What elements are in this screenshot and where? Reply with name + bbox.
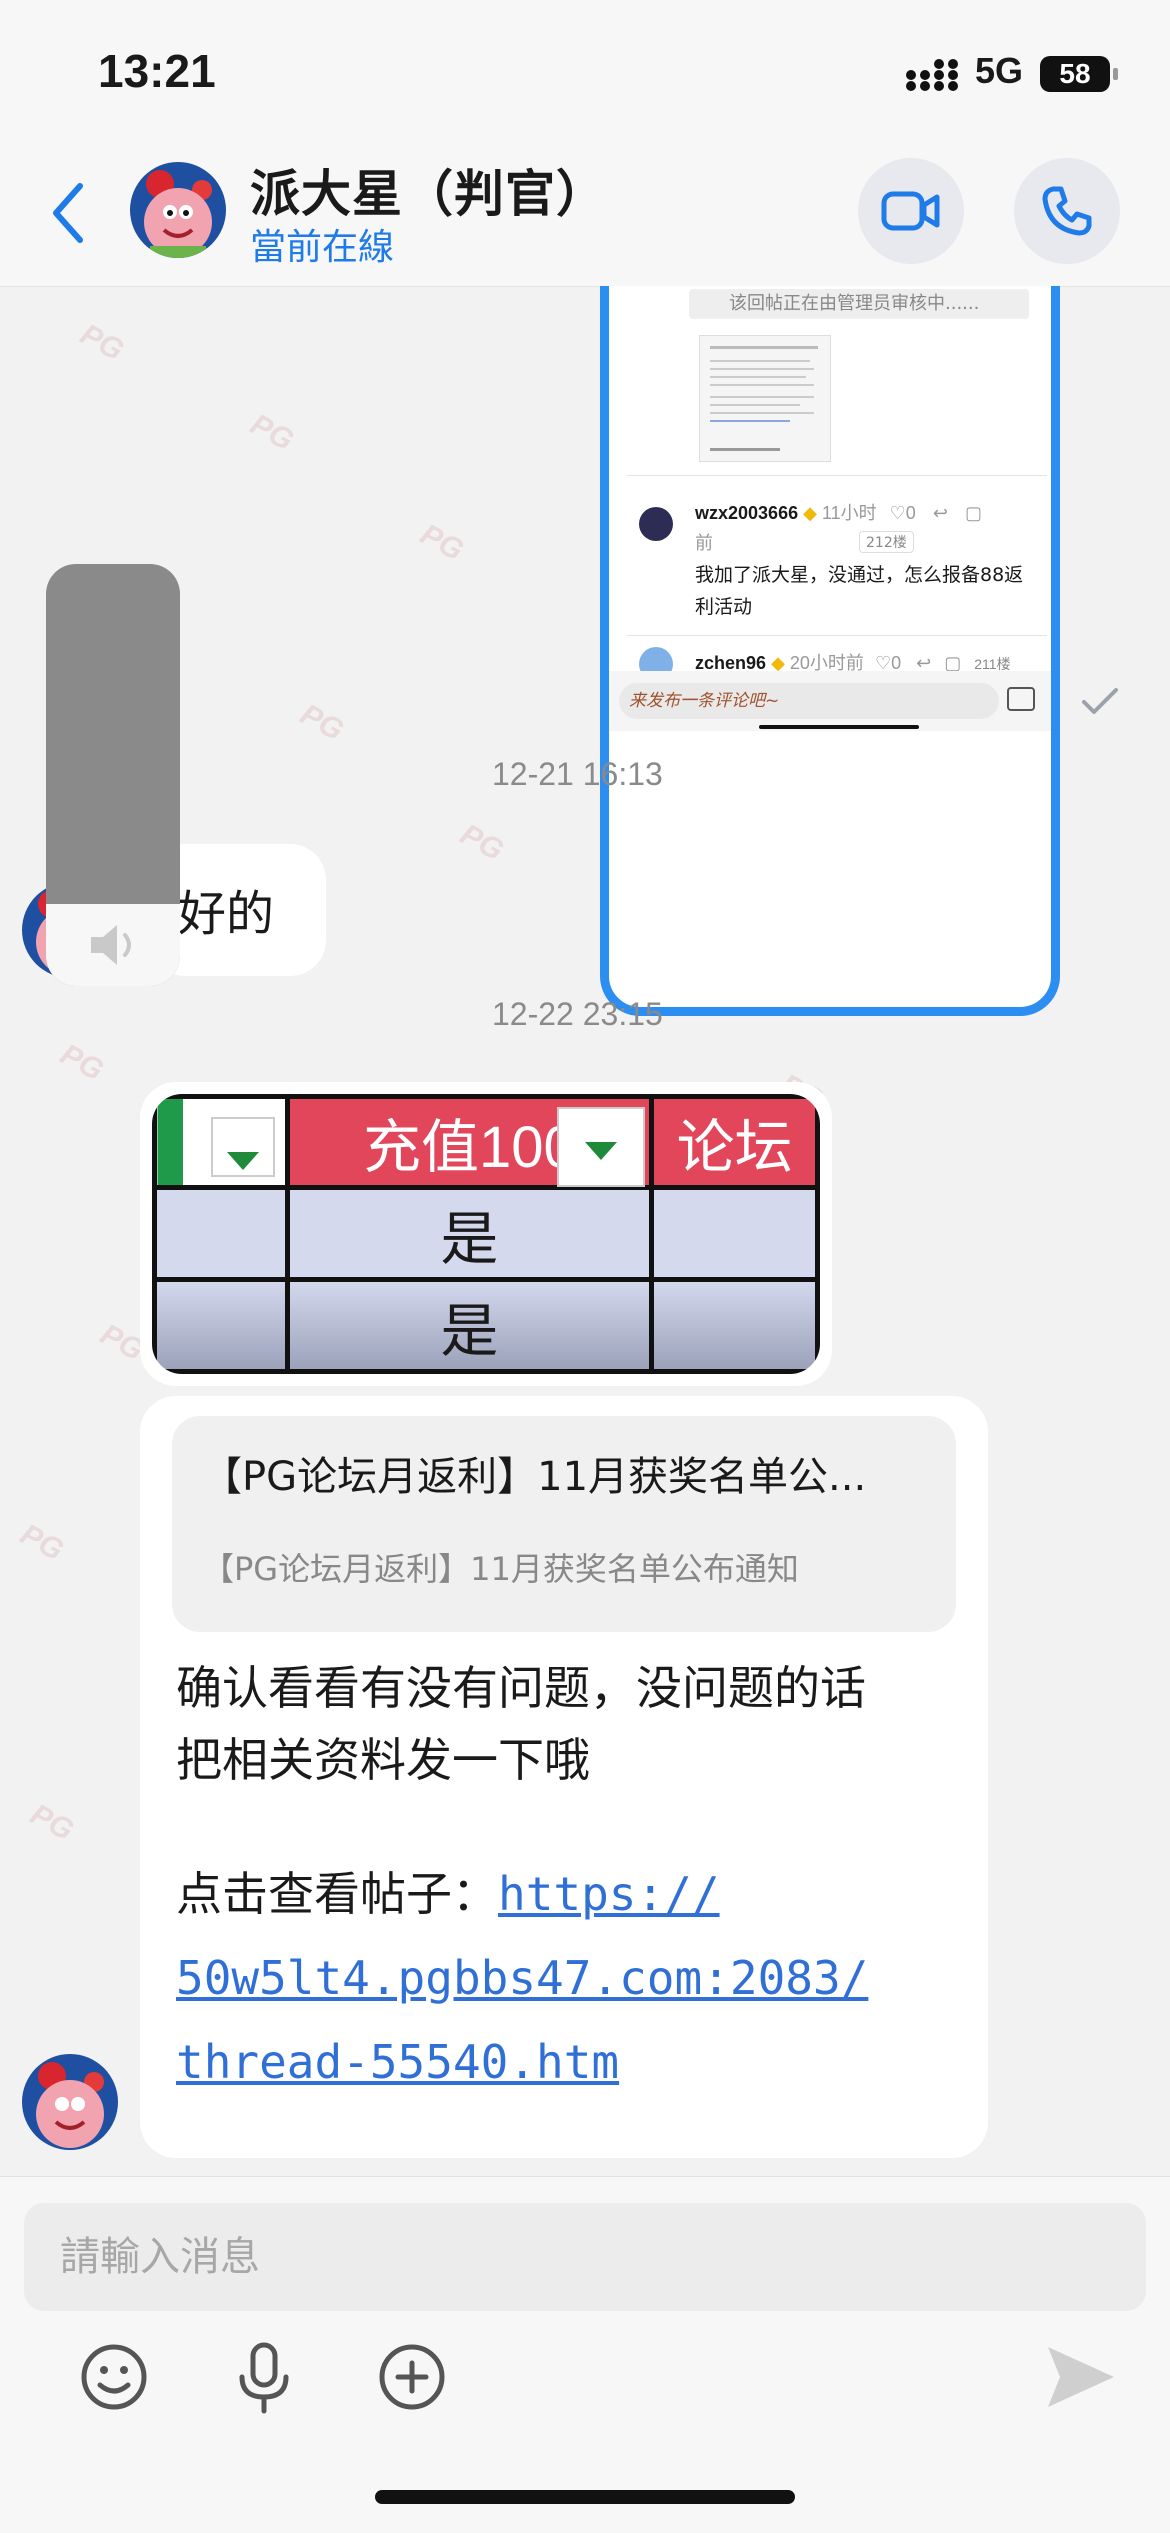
comment-time: 11小时 bbox=[821, 503, 877, 523]
network-type: 5G bbox=[975, 50, 1024, 91]
comment-time: 20小时前 bbox=[789, 653, 864, 673]
floor-badge: 212楼 bbox=[859, 531, 914, 553]
phone-icon bbox=[1042, 186, 1092, 236]
voice-call-button[interactable] bbox=[1014, 158, 1120, 264]
message-text: 点击查看帖子：https:// 50w5lt4.pgbbs47.com:2083… bbox=[176, 1867, 869, 2089]
thumbnail-image bbox=[699, 335, 831, 462]
link-card-description: 【PG论坛月返利】11月获奖名单公布通知 bbox=[202, 1550, 799, 1588]
thread-link[interactable]: 50w5lt4.pgbbs47.com:2083/ bbox=[176, 1951, 868, 2005]
thread-link[interactable]: thread-55540.htm bbox=[176, 2035, 619, 2089]
message-timestamp: 12-21 16:13 bbox=[492, 756, 663, 792]
commenter-name: wzx2003666 bbox=[695, 503, 799, 523]
reply-icon: ↩ bbox=[932, 503, 948, 523]
table-cell bbox=[649, 1277, 820, 1374]
watermark-text: PG bbox=[15, 1517, 69, 1568]
comment-placeholder: 来发布一条评论吧~ bbox=[619, 683, 999, 719]
video-camera-icon bbox=[881, 191, 940, 231]
contact-avatar[interactable] bbox=[130, 162, 226, 258]
back-chevron-icon[interactable] bbox=[44, 178, 94, 248]
emoji-icon[interactable] bbox=[74, 2337, 154, 2417]
contact-avatar[interactable] bbox=[22, 2054, 118, 2150]
watermark-text: PG bbox=[25, 1797, 79, 1848]
link-preview-card[interactable]: 【PG论坛月返利】11月获奖名单公... 【PG论坛月返利】11月获奖名单公布通… bbox=[172, 1416, 956, 1632]
contact-name: 派大星（判官） bbox=[250, 165, 607, 223]
comment-text: 我加了派大星，没通过，怎么报备88返利活动 bbox=[695, 564, 1024, 618]
filter-dropdown-icon bbox=[210, 1117, 275, 1177]
add-plus-icon[interactable] bbox=[372, 2337, 452, 2417]
clock: 13:21 bbox=[98, 45, 216, 97]
watermark-text: PG bbox=[295, 697, 349, 748]
comment-time-suffix: 前 bbox=[695, 533, 713, 554]
status-bar: 13:21 5G 58 bbox=[0, 0, 1170, 140]
message-text: 好的 bbox=[178, 886, 275, 942]
shared-screenshot-image[interactable]: 该回帖正在由管理员审核中...... wzx2003666 ◆ 11小时 ♡0 … bbox=[600, 286, 1060, 1016]
filter-dropdown-icon bbox=[557, 1107, 646, 1187]
chat-header: 派大星（判官） 當前在線 bbox=[0, 140, 1170, 287]
voice-playback-panel[interactable] bbox=[46, 564, 180, 986]
table-cell: 是 bbox=[284, 1185, 655, 1282]
table-cell bbox=[152, 1185, 290, 1282]
table-cell bbox=[649, 1185, 820, 1282]
message-input-container bbox=[24, 2203, 1146, 2311]
video-call-button[interactable] bbox=[858, 158, 964, 264]
home-indicator bbox=[759, 725, 919, 729]
review-notice: 该回帖正在由管理员审核中...... bbox=[689, 289, 1029, 319]
online-status: 當前在線 bbox=[250, 227, 395, 268]
watermark-text: PG bbox=[415, 517, 469, 568]
comment-icon: ▢ bbox=[964, 503, 982, 523]
message-list[interactable]: PG PG PG PG PG PG PG PG PG PG PG PG PG P… bbox=[0, 286, 1170, 2176]
sent-checkmark-icon bbox=[1082, 688, 1118, 714]
home-indicator bbox=[375, 2490, 795, 2504]
watermark-text: PG bbox=[75, 317, 129, 368]
table-cell bbox=[152, 1277, 290, 1374]
thread-link[interactable]: https:// bbox=[498, 1867, 720, 1921]
watermark-text: PG bbox=[245, 407, 299, 458]
link-card-title: 【PG论坛月返利】11月获奖名单公... bbox=[202, 1454, 867, 1500]
microphone-icon[interactable] bbox=[224, 2337, 304, 2417]
comment-icon bbox=[1007, 687, 1035, 711]
commenter-avatar bbox=[639, 507, 673, 541]
message-timestamp: 12-22 23:15 bbox=[492, 996, 663, 1032]
battery-icon: 58 bbox=[1040, 56, 1118, 92]
like-count: 0 bbox=[905, 503, 916, 523]
like-count: 0 bbox=[891, 653, 902, 673]
speaker-icon bbox=[91, 925, 131, 965]
signal-icon bbox=[906, 59, 958, 91]
composer bbox=[0, 2176, 1170, 2533]
table-header-cell bbox=[152, 1094, 290, 1190]
like-icon: ♡ bbox=[889, 503, 906, 523]
message-input[interactable] bbox=[24, 2203, 1146, 2311]
table-cell: 是 bbox=[284, 1277, 655, 1374]
watermark-text: PG bbox=[455, 817, 509, 868]
comment-icon: ▢ bbox=[944, 653, 962, 673]
commenter-name: zchen96 bbox=[695, 653, 767, 673]
floor-badge: 211楼 bbox=[974, 656, 1011, 672]
send-icon[interactable] bbox=[1040, 2337, 1120, 2417]
reply-icon: ↩ bbox=[916, 653, 932, 673]
table-header-cell: 论坛 bbox=[649, 1094, 820, 1190]
comment-input-bar: 来发布一条评论吧~ bbox=[609, 671, 1051, 731]
message-text: 确认看看有没有问题，没问题的话 把相关资料发一下哦 bbox=[176, 1661, 866, 1787]
watermark-text: PG bbox=[55, 1037, 109, 1088]
like-icon: ♡ bbox=[874, 653, 892, 673]
table-header-cell: 充值100 bbox=[284, 1094, 655, 1190]
table-image[interactable]: 充值100 论坛 是 是 bbox=[152, 1094, 820, 1374]
